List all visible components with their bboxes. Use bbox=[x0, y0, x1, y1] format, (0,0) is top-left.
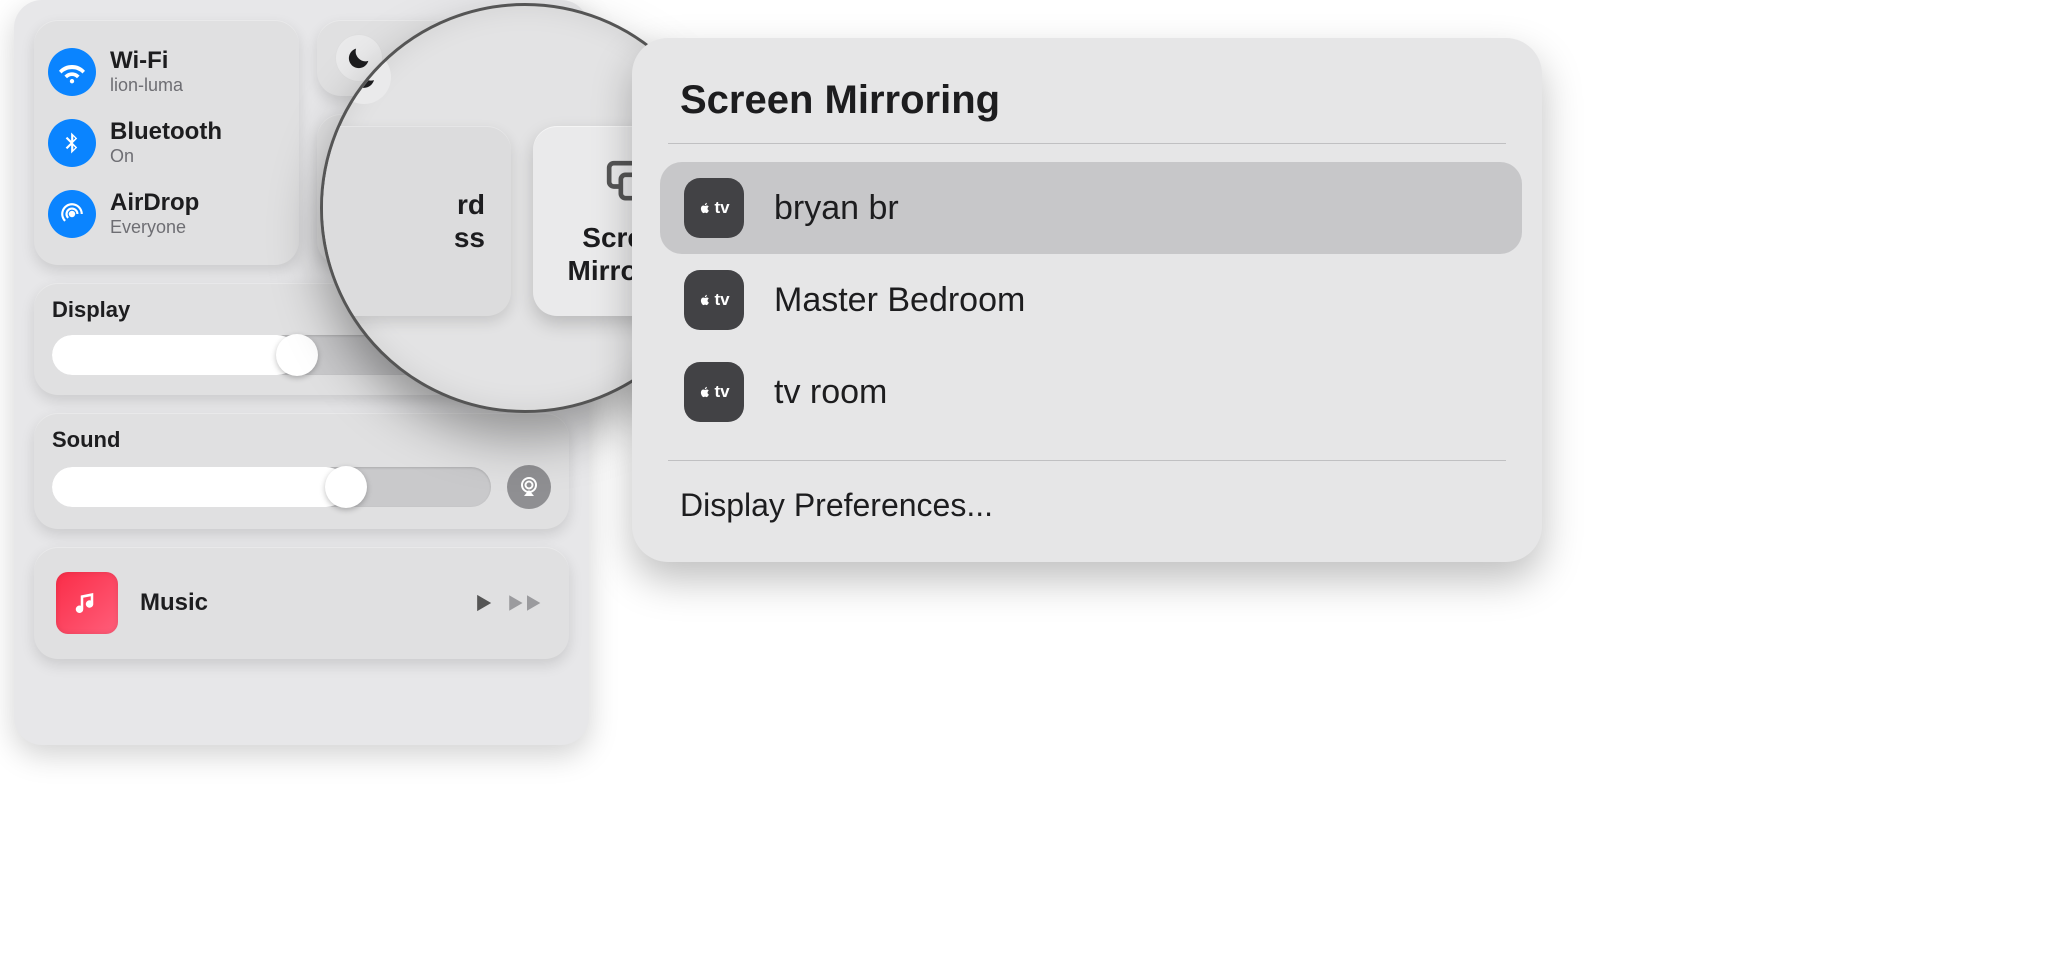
sound-slider[interactable] bbox=[52, 467, 491, 507]
connectivity-tile: Wi-Fi lion-luma Bluetooth On AirDrop bbox=[34, 20, 299, 265]
mirroring-device-list: tv bryan br tv Master Bedroom tv tv room bbox=[632, 154, 1542, 442]
bluetooth-title: Bluetooth bbox=[110, 118, 222, 146]
bluetooth-status: On bbox=[110, 146, 222, 167]
mirroring-device-name: tv room bbox=[774, 373, 887, 412]
sound-section: Sound bbox=[34, 413, 569, 529]
mirroring-device-name: bryan br bbox=[774, 189, 899, 228]
screen-mirroring-popover: Screen Mirroring tv bryan br tv Master Bedr… bbox=[632, 38, 1542, 562]
music-app-icon bbox=[56, 572, 118, 634]
play-icon[interactable] bbox=[469, 589, 497, 617]
magnified-keyboard-brightness-tile[interactable]: rd ss bbox=[320, 126, 511, 316]
mirroring-device-0[interactable]: tv bryan br bbox=[660, 162, 1522, 254]
bluetooth-texts: Bluetooth On bbox=[110, 118, 222, 166]
apple-tv-icon: tv bbox=[684, 178, 744, 238]
bluetooth-icon bbox=[48, 119, 96, 167]
divider bbox=[668, 143, 1506, 144]
wifi-status: lion-luma bbox=[110, 75, 183, 96]
wifi-icon bbox=[48, 48, 96, 96]
mirroring-device-1[interactable]: tv Master Bedroom bbox=[660, 254, 1522, 346]
airdrop-texts: AirDrop Everyone bbox=[110, 189, 199, 237]
airplay-audio-icon bbox=[517, 475, 541, 499]
popover-title: Screen Mirroring bbox=[632, 78, 1542, 143]
mirroring-device-2[interactable]: tv tv room bbox=[660, 346, 1522, 438]
mirroring-device-name: Master Bedroom bbox=[774, 281, 1025, 320]
airdrop-title: AirDrop bbox=[110, 189, 199, 217]
now-playing-title: Music bbox=[140, 589, 208, 617]
moon-icon bbox=[337, 50, 391, 104]
apple-tv-icon: tv bbox=[684, 270, 744, 330]
apple-tv-icon: tv bbox=[684, 362, 744, 422]
display-slider-thumb[interactable] bbox=[276, 334, 318, 376]
sound-row bbox=[52, 465, 551, 509]
sound-header: Sound bbox=[52, 427, 551, 453]
wifi-texts: Wi-Fi lion-luma bbox=[110, 47, 183, 95]
magnified-dnd bbox=[337, 50, 391, 104]
sound-slider-thumb[interactable] bbox=[325, 466, 367, 508]
bluetooth-item[interactable]: Bluetooth On bbox=[48, 107, 285, 178]
now-playing-tile[interactable]: Music bbox=[34, 547, 569, 659]
now-playing-controls bbox=[469, 589, 547, 617]
wifi-item[interactable]: Wi-Fi lion-luma bbox=[48, 36, 285, 107]
wifi-title: Wi-Fi bbox=[110, 47, 183, 75]
airdrop-icon bbox=[48, 190, 96, 238]
display-preferences-link[interactable]: Display Preferences... bbox=[632, 461, 1542, 530]
magnified-keyboard-brightness-label: rd ss bbox=[454, 188, 485, 254]
airdrop-item[interactable]: AirDrop Everyone bbox=[48, 178, 285, 249]
fast-forward-icon[interactable] bbox=[507, 589, 547, 617]
airdrop-status: Everyone bbox=[110, 217, 199, 238]
audio-airplay-button[interactable] bbox=[507, 465, 551, 509]
